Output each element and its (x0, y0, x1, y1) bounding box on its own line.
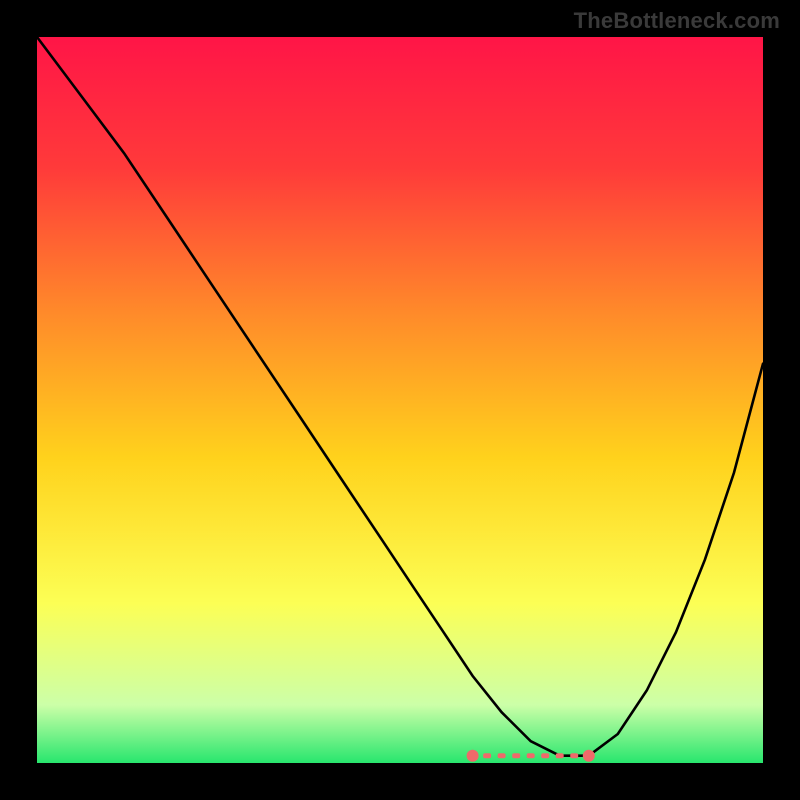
watermark-text: TheBottleneck.com (574, 8, 780, 34)
optimal-range-dot (498, 753, 506, 758)
chart-svg (37, 37, 763, 763)
bottleneck-curve-line (37, 37, 763, 756)
optimal-range-dot (541, 753, 549, 758)
optimal-range-dot (527, 753, 535, 758)
optimal-range-dot (570, 753, 578, 758)
optimal-range-dots (467, 750, 595, 762)
optimal-range-endpoint (467, 750, 479, 762)
chart-frame: TheBottleneck.com (0, 0, 800, 800)
optimal-range-dot (556, 753, 564, 758)
optimal-range-dot (512, 753, 520, 758)
optimal-range-endpoint (583, 750, 595, 762)
plot-gradient-area (37, 37, 763, 763)
optimal-range-dot (483, 753, 491, 758)
